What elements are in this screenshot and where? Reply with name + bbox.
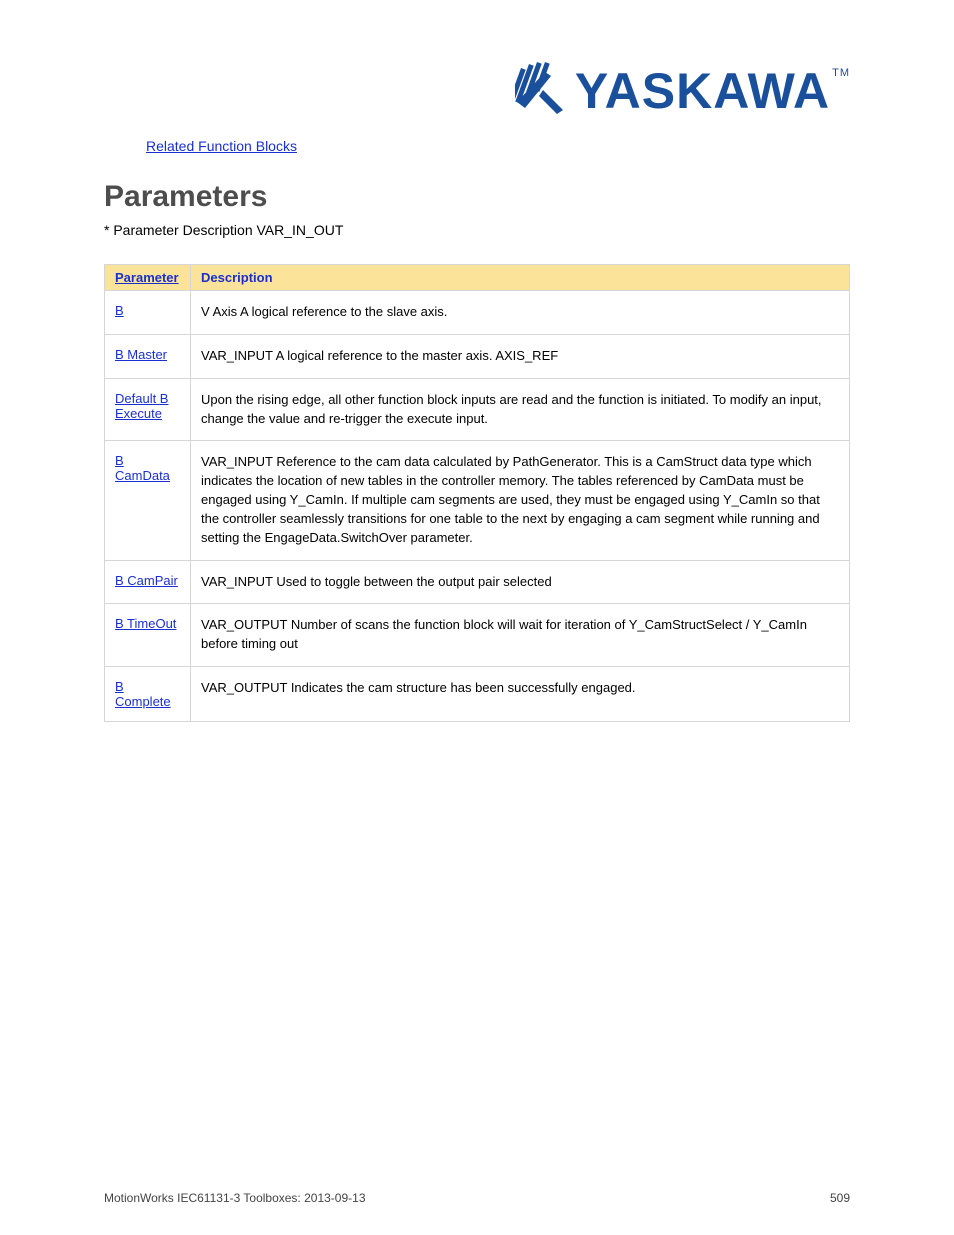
footer-left: MotionWorks IEC61131-3 Toolboxes: 2013-0… (104, 1191, 366, 1205)
table-row: B CamPair VAR_INPUT Used to toggle betwe… (105, 560, 850, 604)
logo-text: YASKAWATM (575, 66, 850, 116)
param-link[interactable]: B TimeOut (115, 616, 176, 631)
table-row: B Complete VAR_OUTPUT Indicates the cam … (105, 667, 850, 722)
col-header-parameter[interactable]: Parameter (105, 265, 191, 291)
param-desc: Upon the rising edge, all other function… (191, 378, 850, 441)
param-desc: VAR_OUTPUT Indicates the cam structure h… (191, 667, 850, 722)
logo-mark-icon (515, 62, 569, 120)
col-header-description: Description (191, 265, 850, 291)
param-desc: VAR_INPUT A logical reference to the mas… (191, 334, 850, 378)
trademark-icon: TM (832, 67, 850, 79)
parameters-table: Parameter Description B V Axis A logical… (104, 264, 850, 722)
table-row: B CamData VAR_INPUT Reference to the cam… (105, 441, 850, 560)
section-title: Parameters (104, 180, 850, 214)
table-row: B TimeOut VAR_OUTPUT Number of scans the… (105, 604, 850, 667)
param-link[interactable]: B (115, 303, 124, 318)
company-logo: YASKAWATM (515, 62, 850, 120)
param-link[interactable]: B CamPair (115, 573, 178, 588)
param-desc: V Axis A logical reference to the slave … (191, 291, 850, 335)
logo-word: YASKAWA (575, 63, 830, 119)
param-link[interactable]: B Complete (115, 679, 171, 709)
footer-page-number: 509 (830, 1191, 850, 1205)
param-link[interactable]: B Master (115, 347, 167, 362)
section-description: * Parameter Description VAR_IN_OUT (104, 222, 850, 238)
param-desc: VAR_INPUT Reference to the cam data calc… (191, 441, 850, 560)
param-desc: VAR_INPUT Used to toggle between the out… (191, 560, 850, 604)
table-row: B Master VAR_INPUT A logical reference t… (105, 334, 850, 378)
table-row: B V Axis A logical reference to the slav… (105, 291, 850, 335)
table-row: Default B Execute Upon the rising edge, … (105, 378, 850, 441)
related-functions-link[interactable]: Related Function Blocks (146, 138, 297, 154)
param-link[interactable]: B CamData (115, 453, 170, 483)
page-footer: MotionWorks IEC61131-3 Toolboxes: 2013-0… (0, 1191, 954, 1205)
param-link[interactable]: Default B Execute (115, 391, 168, 421)
param-desc: VAR_OUTPUT Number of scans the function … (191, 604, 850, 667)
logo-row: YASKAWATM (104, 62, 850, 120)
